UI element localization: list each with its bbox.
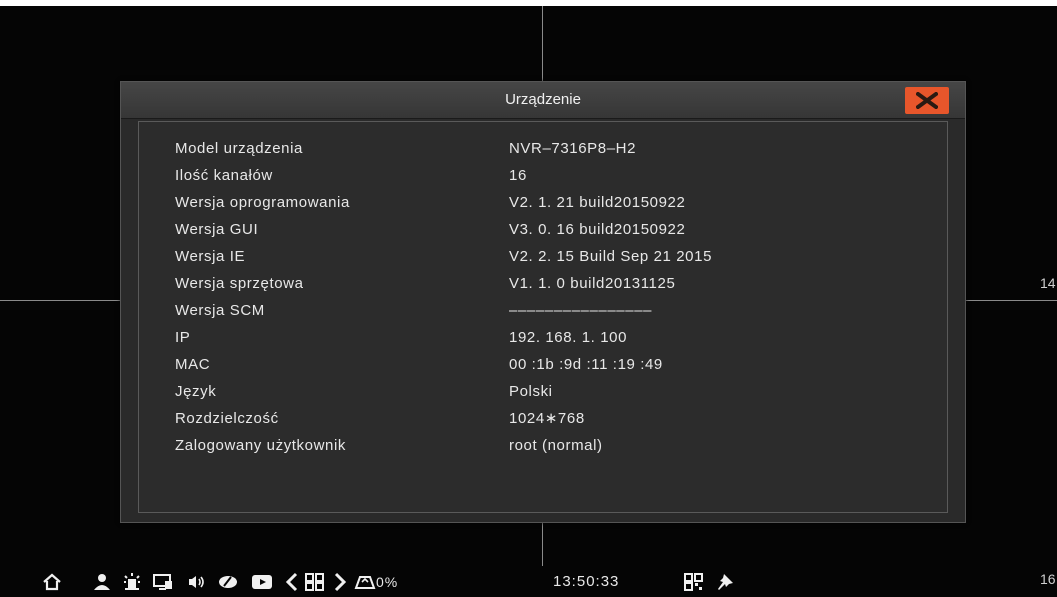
home-icon[interactable]	[42, 572, 62, 592]
info-label: Wersja sprzętowa	[175, 275, 304, 292]
dialog-titlebar: Urządzenie	[121, 82, 965, 119]
qr-code-icon[interactable]	[683, 572, 703, 592]
disk-icon[interactable]	[354, 572, 376, 592]
clock: 13:50:33	[553, 573, 620, 590]
pin-icon[interactable]	[715, 572, 735, 592]
dialog-title: Urządzenie	[505, 91, 581, 108]
info-value: V3. 0. 16 build20150922	[509, 221, 686, 238]
info-label: Ilość kanałów	[175, 167, 273, 184]
ptz-icon[interactable]	[217, 572, 237, 592]
info-label: Rozdzielczość	[175, 410, 279, 427]
info-value: V2. 1. 21 build20150922	[509, 194, 686, 211]
info-label: Język	[175, 383, 217, 400]
info-value: 00 :1b :9d :11 :19 :49	[509, 356, 663, 373]
info-value: Polski	[509, 383, 553, 400]
channel-grid-line	[965, 300, 1057, 301]
info-row-logged-user: Zalogowany użytkownik root (normal)	[139, 434, 947, 458]
info-row-scm: Wersja SCM ––––––––––––––––	[139, 299, 947, 323]
info-row-ip: IP 192. 168. 1. 100	[139, 326, 947, 350]
taskbar: 0% 13:50:33	[0, 566, 1057, 597]
info-value: 16	[509, 167, 527, 184]
alarm-icon[interactable]	[122, 572, 142, 592]
playback-icon[interactable]	[251, 572, 272, 592]
next-page-icon[interactable]	[332, 572, 352, 592]
grid-layout-icon[interactable]	[304, 572, 324, 592]
monitor-icon[interactable]	[152, 572, 172, 592]
info-label: Wersja GUI	[175, 221, 259, 238]
info-value: root (normal)	[509, 437, 603, 454]
info-label: Wersja SCM	[175, 302, 265, 319]
info-row-firmware: Wersja oprogramowania V2. 1. 21 build201…	[139, 191, 947, 215]
info-label: Wersja oprogramowania	[175, 194, 350, 211]
info-value: 192. 168. 1. 100	[509, 329, 628, 346]
info-value: NVR–7316P8–H2	[509, 140, 637, 157]
info-row-hardware: Wersja sprzętowa V1. 1. 0 build20131125	[139, 272, 947, 296]
info-label: Wersja IE	[175, 248, 246, 265]
info-label: IP	[175, 329, 191, 346]
info-row-resolution: Rozdzielczość 1024∗768	[139, 407, 947, 431]
info-value: ––––––––––––––––	[509, 302, 653, 319]
channel-grid-line	[0, 300, 120, 301]
info-label: MAC	[175, 356, 211, 373]
channel-number-label: 14	[1040, 275, 1056, 291]
channel-grid-line	[542, 6, 543, 82]
info-row-model: Model urządzenia NVR–7316P8–H2	[139, 137, 947, 161]
channel-grid-line	[542, 522, 543, 566]
info-value: V1. 1. 0 build20131125	[509, 275, 676, 292]
nvr-screen: 14 16 Urządzenie Model urządzenia NVR–73…	[0, 0, 1057, 597]
disk-usage-percent: 0%	[376, 574, 399, 590]
info-row-mac: MAC 00 :1b :9d :11 :19 :49	[139, 353, 947, 377]
user-icon[interactable]	[92, 572, 112, 592]
info-row-language: Język Polski	[139, 380, 947, 404]
close-button[interactable]	[905, 87, 949, 114]
screen-top-edge	[0, 0, 1057, 6]
info-label: Model urządzenia	[175, 140, 304, 157]
device-info-dialog: Urządzenie Model urządzenia NVR–7316P8–H…	[120, 81, 966, 523]
info-value: 1024∗768	[509, 410, 585, 427]
speaker-icon[interactable]	[186, 572, 206, 592]
info-label: Zalogowany użytkownik	[175, 437, 347, 454]
close-icon	[916, 92, 938, 109]
prev-page-icon[interactable]	[284, 572, 304, 592]
info-value: V2. 2. 15 Build Sep 21 2015	[509, 248, 713, 265]
device-info-panel: Model urządzenia NVR–7316P8–H2 Ilość kan…	[138, 121, 948, 513]
info-row-channels: Ilość kanałów 16	[139, 164, 947, 188]
info-row-ie: Wersja IE V2. 2. 15 Build Sep 21 2015	[139, 245, 947, 269]
info-row-gui: Wersja GUI V3. 0. 16 build20150922	[139, 218, 947, 242]
